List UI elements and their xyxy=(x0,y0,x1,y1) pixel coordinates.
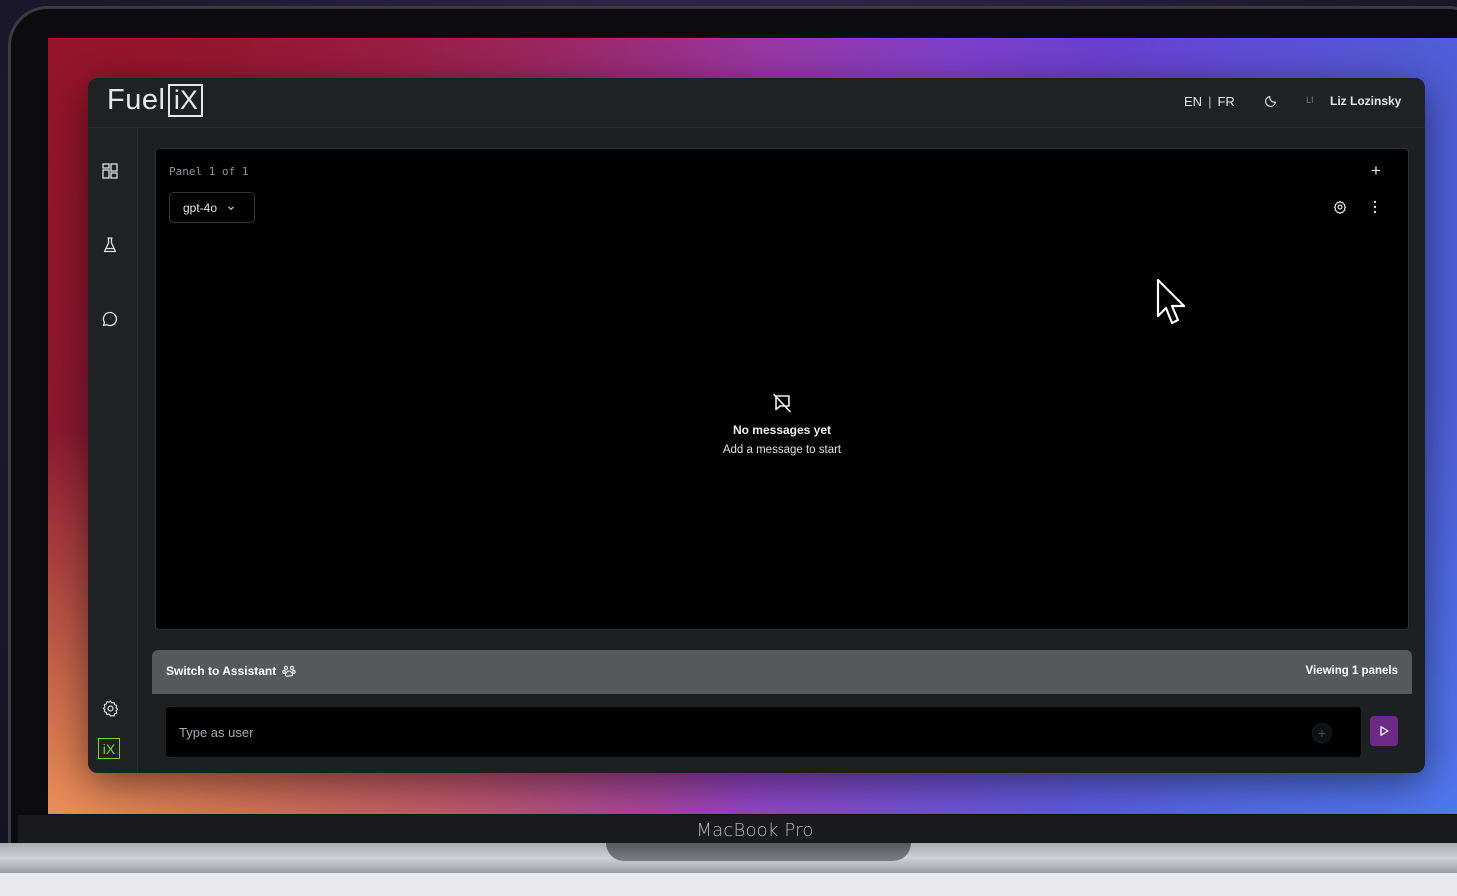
lang-separator: | xyxy=(1208,94,1212,109)
composer: Switch to Assistant Viewing 1 panels + xyxy=(152,650,1412,773)
message-off-icon xyxy=(773,393,791,413)
chevron-down-icon xyxy=(228,205,234,210)
avatar[interactable]: LI xyxy=(1306,95,1314,105)
switch-to-assistant-label: Switch to Assistant xyxy=(166,664,277,678)
panel-settings-icon[interactable] xyxy=(1333,200,1347,214)
desktop-scene: Fuel iX EN | FR LI Liz Lozinsky iX Panel… xyxy=(0,0,1457,896)
user-name[interactable]: Liz Lozinsky xyxy=(1330,94,1401,108)
app-window: Fuel iX EN | FR LI Liz Lozinsky iX Panel… xyxy=(88,78,1425,773)
empty-state: No messages yet Add a message to start xyxy=(156,392,1408,456)
settings-icon[interactable] xyxy=(100,698,120,718)
brand-wordmark: Fuel xyxy=(107,84,166,116)
top-bar: Fuel iX EN | FR LI Liz Lozinsky xyxy=(88,78,1425,128)
language-switcher: EN | FR xyxy=(1184,94,1235,109)
desk-surface xyxy=(0,873,1457,896)
flask-icon[interactable] xyxy=(100,235,120,255)
attach-button[interactable]: + xyxy=(1312,723,1332,743)
lang-en-button[interactable]: EN xyxy=(1184,94,1202,109)
chat-panel: Panel 1 of 1 + gpt-4o No messages yet Ad… xyxy=(155,148,1409,630)
more-options-icon[interactable] xyxy=(1371,200,1379,214)
laptop-notch xyxy=(606,843,911,861)
chat-bubble-icon[interactable] xyxy=(100,309,120,329)
model-select[interactable]: gpt-4o xyxy=(169,192,255,223)
brand-ix-box: iX xyxy=(168,84,204,117)
mouse-cursor-icon xyxy=(1156,278,1186,325)
message-input[interactable] xyxy=(166,707,1296,757)
message-input-box: + xyxy=(166,707,1361,757)
switch-to-assistant-button[interactable]: Switch to Assistant xyxy=(166,664,296,678)
play-icon xyxy=(1380,726,1389,736)
assistant-bar: Switch to Assistant Viewing 1 panels xyxy=(152,650,1412,694)
ix-logo-icon[interactable]: iX xyxy=(98,738,120,759)
add-panel-button[interactable]: + xyxy=(1367,161,1385,180)
send-button[interactable] xyxy=(1370,716,1398,746)
model-select-value: gpt-4o xyxy=(183,200,218,215)
empty-state-title: No messages yet xyxy=(732,423,832,437)
moon-icon[interactable] xyxy=(1264,92,1280,108)
panel-counter: Panel 1 of 1 xyxy=(169,165,249,178)
brand-logo[interactable]: Fuel iX xyxy=(107,84,204,117)
empty-state-subtitle: Add a message to start xyxy=(722,444,842,456)
paw-icon xyxy=(282,665,296,677)
viewing-panels-count: Viewing 1 panels xyxy=(1305,665,1398,677)
dashboard-icon[interactable] xyxy=(100,161,120,181)
lang-fr-button[interactable]: FR xyxy=(1217,94,1234,109)
sidebar: iX xyxy=(88,128,138,773)
device-label: MacBook Pro xyxy=(696,820,814,841)
